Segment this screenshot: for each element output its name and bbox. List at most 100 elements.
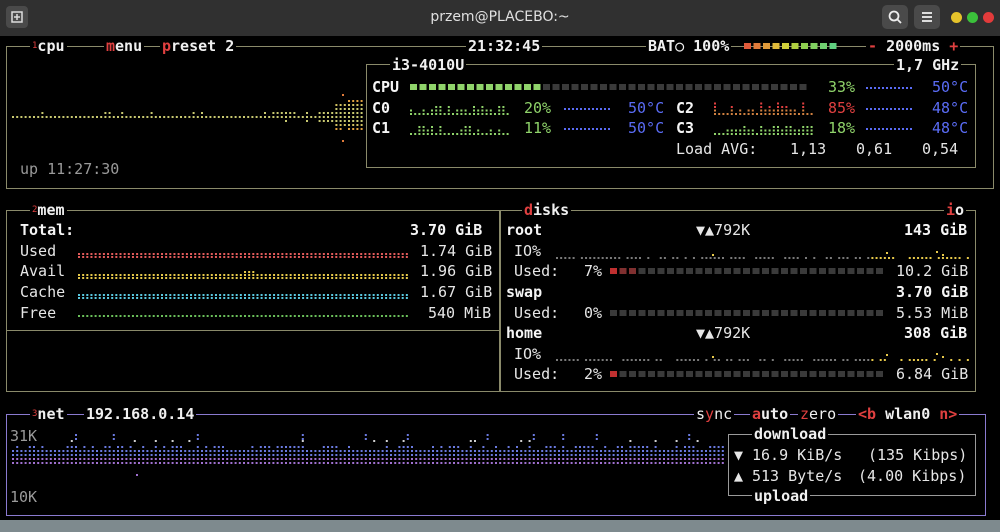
mem-graph-dot — [281, 297, 284, 299]
io-graph-dot — [742, 359, 745, 361]
io-graph-dot — [946, 257, 949, 259]
core-graph-dot — [756, 113, 758, 115]
net-upload-dot — [142, 458, 145, 460]
cpu-graph-dot — [58, 116, 61, 118]
net-upload-dot — [688, 458, 691, 460]
core-graph-dot — [502, 133, 505, 135]
net-download-dot — [272, 454, 275, 456]
core-graph-dot — [785, 109, 788, 112]
core-graph-dot — [781, 113, 784, 115]
net-download-dot — [696, 440, 699, 442]
core-graph-dot — [802, 102, 805, 105]
interval-decrease-button[interactable]: - — [868, 37, 877, 55]
mem-graph-dot — [343, 294, 346, 296]
cpu-graph-dot — [318, 116, 321, 118]
cpu-meter-block — [790, 84, 797, 90]
mem-graph-dot — [380, 274, 383, 276]
temp-graph-dot — [592, 108, 594, 110]
mem-graph-dot — [235, 315, 238, 317]
net-upload-dot — [541, 462, 544, 464]
cpu-menu-button[interactable]: menu — [104, 37, 145, 55]
net-zero-button[interactable]: zero — [798, 405, 839, 423]
mem-graph-dot — [136, 256, 139, 258]
mem-graph-dot — [107, 253, 110, 255]
disk-used-meter — [610, 268, 883, 274]
mem-graph-dot — [331, 294, 334, 296]
mem-box-title[interactable]: 2mem — [30, 201, 67, 219]
net-download-dot — [41, 450, 44, 452]
net-download-dot — [196, 446, 199, 448]
net-download-dot — [205, 454, 208, 456]
mem-graph-dot — [318, 294, 321, 296]
disks-box-title[interactable]: disks — [522, 201, 572, 219]
minimize-button[interactable] — [951, 12, 962, 23]
net-download-dot — [516, 454, 518, 456]
disk-meter-block — [828, 268, 836, 274]
net-upload-dot — [444, 458, 447, 460]
net-download-dot — [373, 454, 376, 456]
net-upload-dot — [129, 458, 132, 460]
mem-graph-dot — [372, 274, 375, 276]
net-upload-dot — [28, 462, 31, 464]
cpu-graph-dot — [192, 112, 195, 114]
net-iface-selector[interactable]: <b wlan0 n> — [856, 405, 960, 423]
cpu-graph-dot — [335, 112, 338, 114]
io-graph-dot — [788, 257, 791, 259]
temp-graph-dot — [576, 128, 578, 130]
core-graph-dot — [802, 109, 805, 112]
net-upload-dot — [16, 462, 19, 464]
menu-button[interactable] — [914, 5, 940, 29]
cpu-interval[interactable]: - 2000ms + — [866, 37, 961, 55]
mem-graph-dot — [256, 315, 259, 317]
net-download-dot — [75, 450, 77, 452]
maximize-button[interactable] — [967, 12, 978, 23]
net-sync-toggle[interactable]: sync — [694, 405, 735, 423]
close-button[interactable] — [983, 12, 994, 23]
cpu-total-label: CPU — [372, 78, 400, 96]
disk-meter-block — [724, 371, 731, 377]
core-temp: 48°C — [932, 99, 969, 117]
search-button[interactable] — [882, 5, 908, 29]
prev-iface-button[interactable]: <b — [858, 405, 876, 423]
mem-graph-dot — [78, 315, 80, 317]
cpu-box-title[interactable]: 1cpu — [30, 37, 67, 55]
net-download-dot — [49, 450, 52, 452]
mem-graph-dot — [302, 297, 305, 299]
net-download-dot — [121, 446, 124, 448]
net-download-dot — [507, 454, 510, 456]
next-iface-button[interactable]: n> — [939, 405, 957, 423]
core-graph-dot — [785, 113, 788, 115]
net-auto-toggle[interactable]: auto — [750, 405, 791, 423]
mem-graph-dot — [364, 256, 367, 258]
net-box-title[interactable]: 3net — [30, 405, 67, 423]
io-graph-dot — [709, 257, 712, 259]
mem-graph-dot — [322, 315, 325, 317]
net-upload-dot — [608, 462, 611, 464]
interval-increase-button[interactable]: + — [949, 37, 958, 55]
core-graph-dot — [793, 133, 796, 135]
net-download-dot — [608, 454, 611, 456]
net-upload-dot — [524, 462, 527, 464]
net-download-dot — [503, 454, 506, 456]
core-graph-dot — [747, 129, 750, 132]
disk-meter-block — [809, 371, 817, 377]
net-upload-dot — [352, 462, 355, 464]
core-graph-dot — [494, 133, 496, 135]
load-avg-15: 0,54 — [922, 140, 959, 158]
core-temp-graph — [564, 108, 610, 110]
io-toggle[interactable]: io — [944, 201, 967, 219]
cpu-graph-dot — [75, 116, 77, 118]
cpu-graph-dot — [129, 116, 132, 118]
mem-graph-dot — [82, 315, 85, 317]
mem-graph-dot — [318, 277, 321, 279]
load-avg-label: Load AVG: — [676, 140, 758, 158]
disk-used-label: Used: — [514, 365, 560, 383]
net-upload-dot — [133, 458, 136, 460]
core-graph-dot — [772, 109, 775, 112]
core-graph-dot — [781, 129, 784, 132]
net-upload-dot — [692, 458, 695, 460]
mem-graph-dot — [268, 274, 271, 276]
core-graph-dot — [422, 126, 425, 128]
core-graph-dot — [781, 106, 784, 108]
cpu-preset-button[interactable]: preset 2 — [160, 37, 237, 55]
